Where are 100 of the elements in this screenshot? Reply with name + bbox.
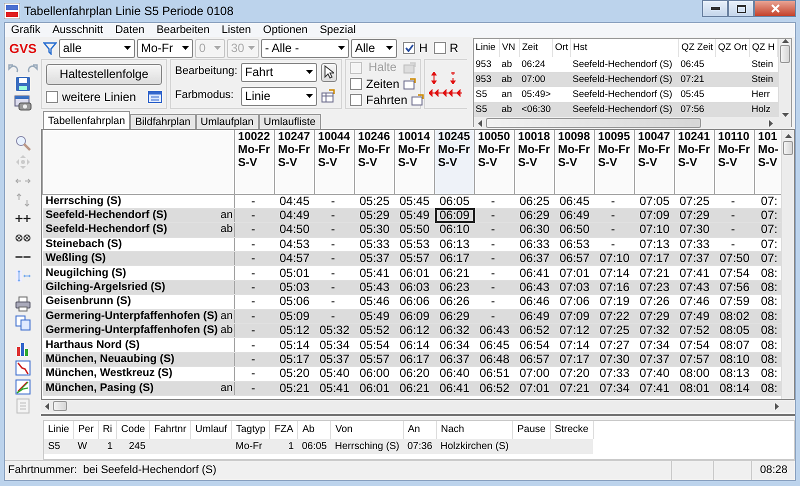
time-cell[interactable]: 07:54 (674, 338, 714, 352)
time-cell[interactable]: 07:14 (554, 338, 594, 352)
time-cell[interactable]: - (474, 266, 514, 280)
magnifier-icon[interactable] (15, 134, 31, 151)
time-cell[interactable]: 05:43 (354, 280, 394, 295)
time-cell[interactable]: 05:49 (394, 208, 434, 223)
time-cell[interactable]: 04:45 (274, 194, 314, 208)
time-cell[interactable]: 07:29 (634, 309, 674, 324)
time-cell[interactable]: - (474, 294, 514, 310)
checkbox[interactable] (350, 78, 362, 90)
time-cell[interactable]: 06:26 (434, 294, 474, 310)
menu-item[interactable]: Daten (109, 23, 150, 37)
vertical-scrollbar[interactable] (778, 39, 791, 117)
time-cell[interactable]: 07:19 (594, 294, 634, 310)
time-cell[interactable]: 07:14 (594, 266, 634, 280)
scroll-thumb[interactable] (783, 141, 793, 155)
scroll-thumb[interactable] (780, 45, 790, 63)
time-cell[interactable]: - (314, 252, 354, 266)
time-cell[interactable]: 06:43 (474, 324, 514, 338)
time-cell[interactable]: 06:06 (394, 294, 434, 310)
time-cell[interactable]: 07:16 (594, 280, 634, 295)
time-cell[interactable]: 08: (754, 381, 781, 396)
column-header[interactable]: VN (500, 39, 520, 57)
time-cell[interactable]: 07:52 (674, 324, 714, 338)
time-cell[interactable]: 07:29 (674, 208, 714, 223)
time-cell[interactable]: - (714, 222, 754, 238)
time-cell[interactable]: 05:29 (354, 208, 394, 223)
time-cell[interactable]: 07:34 (594, 381, 634, 396)
time-cell[interactable]: - (234, 381, 274, 396)
time-cell[interactable]: 07:21 (634, 266, 674, 280)
time-cell[interactable]: - (234, 366, 274, 382)
time-cell[interactable]: 06:14 (394, 338, 434, 352)
time-cell[interactable]: 07:01 (554, 266, 594, 280)
time-cell[interactable]: 05:52 (354, 324, 394, 338)
time-cell[interactable]: 05:46 (354, 294, 394, 310)
bar-chart-icon[interactable] (15, 340, 31, 357)
time-cell[interactable]: 05:20 (274, 366, 314, 382)
scroll-thumb[interactable] (486, 118, 700, 128)
tab[interactable]: Umlaufplan (196, 114, 259, 129)
time-cell[interactable]: - (314, 309, 354, 324)
time-cell[interactable]: 07:12 (554, 324, 594, 338)
time-cell[interactable]: 07:41 (634, 381, 674, 396)
route-order-button[interactable]: Haltestellenfolge (46, 64, 162, 85)
filter-dropdown[interactable]: - Alle - (261, 38, 349, 58)
time-cell[interactable]: 07:49 (674, 309, 714, 324)
time-cell[interactable]: 06:17 (394, 352, 434, 367)
time-cell[interactable]: 06:41 (514, 266, 554, 280)
trip-header[interactable]: 10050 Mo-Fr S-V (474, 130, 514, 194)
time-cell[interactable]: 07:57 (674, 352, 714, 367)
time-cell[interactable]: 06:46 (514, 294, 554, 310)
time-cell[interactable]: - (314, 280, 354, 295)
time-cell[interactable]: - (474, 194, 514, 208)
time-cell[interactable]: 07:09 (554, 309, 594, 324)
time-cell[interactable]: 06:10 (434, 222, 474, 238)
time-cell[interactable]: 07:33 (594, 366, 634, 382)
filter-dropdown[interactable]: Alle (351, 38, 397, 58)
time-cell[interactable]: 06:21 (434, 266, 474, 280)
window-list-icon[interactable] (148, 90, 162, 103)
time-cell[interactable]: 07:37 (634, 352, 674, 367)
time-cell[interactable]: 08:10 (714, 352, 754, 367)
time-cell[interactable]: 06:03 (394, 280, 434, 295)
column-header[interactable]: Ort (552, 39, 570, 57)
time-cell[interactable]: 08:00 (674, 366, 714, 382)
time-cell[interactable]: 07:00 (514, 366, 554, 382)
time-cell[interactable]: 06:51 (474, 366, 514, 382)
column-header[interactable]: Linie (474, 39, 500, 57)
horizontal-arrows-icon[interactable] (429, 88, 464, 96)
time-cell[interactable]: 06:49 (514, 309, 554, 324)
menu-item[interactable]: Bearbeiten (150, 23, 216, 37)
trip-header[interactable]: 10245 Mo-Fr S-V (434, 130, 474, 194)
time-cell[interactable]: 07:26 (634, 294, 674, 310)
copy-icon[interactable] (15, 314, 31, 331)
time-cell[interactable]: - (474, 280, 514, 295)
time-cell[interactable]: 07:59 (714, 294, 754, 310)
trip-header[interactable]: 10110 Mo-Fr S-V (714, 130, 754, 194)
time-cell[interactable]: - (474, 222, 514, 238)
time-cell[interactable]: 06:45 (474, 338, 514, 352)
trip-header[interactable]: 10044 Mo-Fr S-V (314, 130, 354, 194)
time-cell[interactable]: 06:25 (514, 194, 554, 208)
time-cell[interactable]: 06:50 (554, 222, 594, 238)
time-cell[interactable]: 07:43 (674, 280, 714, 295)
trip-header[interactable]: 10047 Mo-Fr S-V (634, 130, 674, 194)
menu-item[interactable]: Optionen (257, 23, 314, 37)
time-cell[interactable]: 06:49 (554, 208, 594, 223)
tab[interactable]: Umlaufliste (258, 114, 321, 129)
station-name[interactable]: Seefeld-Hechendorf (S) (42, 222, 218, 238)
time-cell[interactable]: 07:30 (594, 352, 634, 367)
menu-item[interactable]: Spezial (314, 23, 362, 37)
time-cell[interactable]: 05:40 (314, 366, 354, 382)
time-cell[interactable]: - (234, 352, 274, 367)
time-cell[interactable]: 08:07 (714, 338, 754, 352)
vertical-scrollbar[interactable] (781, 130, 794, 399)
time-cell[interactable]: 06:52 (474, 381, 514, 396)
time-cell[interactable]: 05:12 (274, 324, 314, 338)
time-cell[interactable]: - (714, 194, 754, 208)
station-name[interactable]: Seefeld-Hechendorf (S) (42, 208, 218, 223)
trip-header[interactable]: 10014 Mo-Fr S-V (394, 130, 434, 194)
tab[interactable]: Bildfahrplan (130, 114, 196, 129)
time-cell[interactable]: 08:14 (714, 381, 754, 396)
time-cell[interactable]: 07:34 (634, 338, 674, 352)
